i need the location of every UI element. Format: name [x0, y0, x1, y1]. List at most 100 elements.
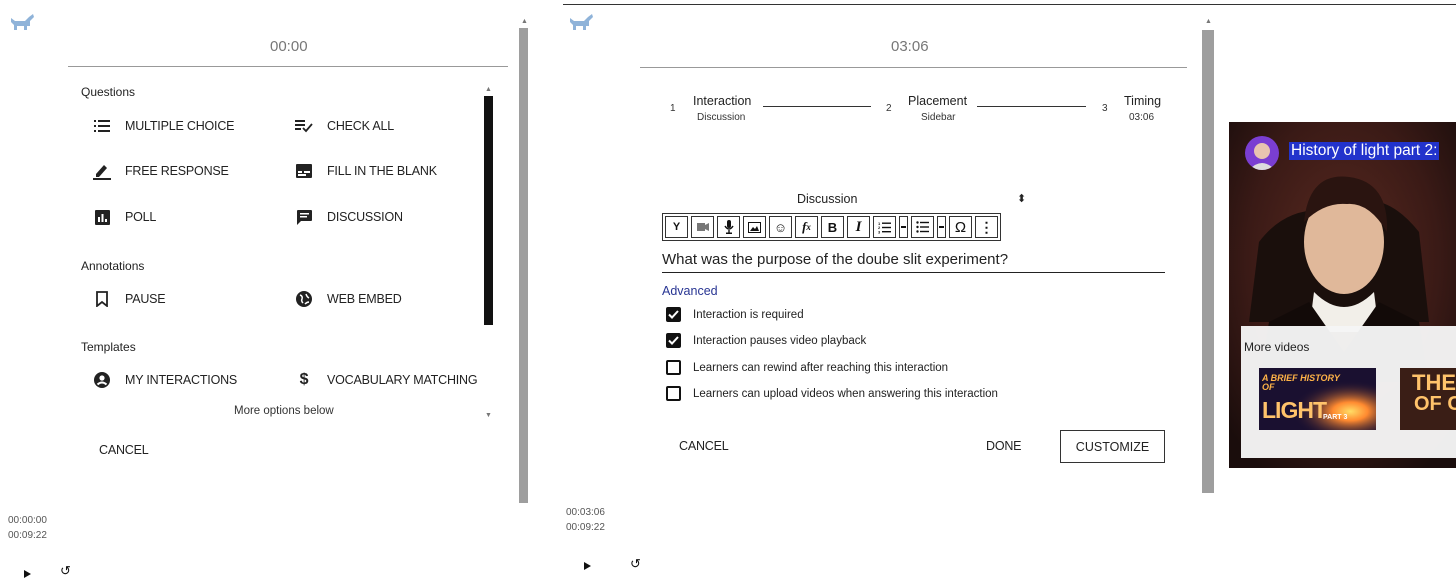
done-button[interactable]: DONE: [986, 439, 1022, 453]
option-label: MULTIPLE CHOICE: [125, 119, 235, 133]
checkbox-label: Learners can upload videos when answerin…: [693, 387, 998, 400]
video-thumbnail-1[interactable]: A BRIEF HISTORY OF LIGHT PART 3: [1259, 368, 1376, 430]
scroll-up-icon[interactable]: ▲: [1205, 18, 1212, 25]
current-time: 00:00:00: [8, 515, 47, 526]
checkbox-pauses-playback[interactable]: Interaction pauses video playback: [666, 333, 866, 348]
microphone-icon[interactable]: [717, 216, 740, 238]
video-icon[interactable]: [691, 216, 714, 238]
emoji-icon[interactable]: ☺: [769, 216, 792, 238]
numbered-list-dropdown[interactable]: [899, 216, 908, 238]
scroll-up-icon[interactable]: ▲: [521, 18, 528, 25]
checkbox-interaction-required[interactable]: Interaction is required: [666, 307, 804, 322]
option-label: VOCABULARY MATCHING: [327, 373, 478, 387]
option-label: MY INTERACTIONS: [125, 373, 238, 387]
bulleted-list-dropdown[interactable]: [937, 216, 946, 238]
section-questions: Questions: [81, 85, 136, 99]
video-thumbnail-2[interactable]: THE M OF C: [1400, 368, 1456, 430]
menu-scroll-down-icon[interactable]: ▼: [485, 412, 492, 419]
timestamp-display: 03:06: [891, 38, 929, 55]
customize-button[interactable]: CUSTOMIZE: [1060, 430, 1165, 463]
step-connector: [763, 106, 871, 107]
option-web-embed[interactable]: WEB EMBED: [295, 290, 402, 308]
total-time: 00:09:22: [8, 530, 47, 541]
current-time: 00:03:06: [566, 507, 605, 518]
replay-icon[interactable]: ↺: [60, 563, 71, 579]
option-fill-in-the-blank[interactable]: FILL IN THE BLANK: [295, 162, 437, 180]
option-my-interactions[interactable]: MY INTERACTIONS: [93, 371, 237, 389]
play-icon[interactable]: [584, 562, 591, 570]
thumb2-line1: THE M: [1412, 370, 1456, 395]
numbered-list-icon[interactable]: 123: [873, 216, 896, 238]
option-label: FILL IN THE BLANK: [327, 164, 437, 178]
option-label: PAUSE: [125, 292, 166, 306]
divider: [640, 67, 1187, 68]
option-label: FREE RESPONSE: [125, 164, 229, 178]
checkbox-label: Learners can rewind after reaching this …: [693, 361, 949, 374]
option-vocabulary-matching[interactable]: $ VOCABULARY MATCHING: [295, 371, 478, 389]
checkbox-checked-icon[interactable]: [666, 307, 681, 322]
select-arrows-icon[interactable]: ⬍: [1017, 192, 1026, 205]
step-1-title[interactable]: Interaction: [693, 94, 751, 108]
cancel-button[interactable]: CANCEL: [679, 439, 729, 453]
more-options-icon[interactable]: ⋮: [975, 216, 998, 238]
top-border: [563, 4, 1456, 5]
step-connector: [977, 106, 1086, 107]
app-logo-icon: [568, 12, 594, 32]
image-icon[interactable]: [743, 216, 766, 238]
option-pause[interactable]: PAUSE: [93, 290, 166, 308]
divider: [68, 66, 508, 67]
question-input[interactable]: What was the purpose of the doube slit e…: [662, 251, 1008, 268]
replay-icon[interactable]: ↺: [630, 556, 641, 572]
section-annotations: Annotations: [81, 259, 145, 273]
option-label: DISCUSSION: [327, 210, 403, 224]
step-1-sub: Discussion: [697, 112, 746, 123]
option-label: WEB EMBED: [327, 292, 402, 306]
option-free-response[interactable]: FREE RESPONSE: [93, 162, 229, 180]
checkbox-learners-rewind[interactable]: Learners can rewind after reaching this …: [666, 360, 948, 375]
thumb1-line3: LIGHT: [1262, 397, 1327, 423]
video-preview[interactable]: History of light part 2: More videos A B…: [1229, 122, 1456, 468]
option-discussion[interactable]: DISCUSSION: [295, 208, 403, 226]
checkbox-unchecked-icon[interactable]: [666, 386, 681, 401]
thumb1-part: PART 3: [1323, 414, 1348, 421]
checkbox-label: Interaction is required: [693, 308, 804, 321]
interaction-type-select[interactable]: Discussion: [797, 192, 857, 206]
bold-icon[interactable]: B: [821, 216, 844, 238]
thumb2-line2: OF C: [1414, 393, 1456, 415]
cancel-button[interactable]: CANCEL: [99, 443, 149, 457]
editor-toolbar: Y ☺ fx B I 123 Ω ⋮: [662, 213, 1001, 241]
poll-icon: [93, 208, 111, 226]
menu-scroll-up-icon[interactable]: ▲: [485, 86, 492, 93]
twitch-icon[interactable]: Y: [665, 216, 688, 238]
svg-text:3: 3: [878, 229, 881, 234]
checkbox-unchecked-icon[interactable]: [666, 360, 681, 375]
checkbox-learners-upload[interactable]: Learners can upload videos when answerin…: [666, 386, 998, 401]
option-poll[interactable]: POLL: [93, 208, 156, 226]
total-time: 00:09:22: [566, 522, 605, 533]
more-videos-label: More videos: [1244, 340, 1310, 354]
formula-icon[interactable]: fx: [795, 216, 818, 238]
thumb1-line2: OF: [1262, 382, 1275, 392]
question-underline: [662, 272, 1165, 273]
menu-scrollbar[interactable]: [484, 96, 493, 325]
advanced-link[interactable]: Advanced: [662, 284, 718, 298]
step-2-title[interactable]: Placement: [908, 94, 967, 108]
step-3-sub: 03:06: [1129, 112, 1155, 123]
italic-icon[interactable]: I: [847, 216, 870, 238]
checkbox-label: Interaction pauses video playback: [693, 334, 867, 347]
step-3-title[interactable]: Timing: [1124, 94, 1161, 108]
page-scrollbar[interactable]: [519, 28, 528, 503]
play-icon[interactable]: [24, 570, 31, 578]
account-circle-icon: [93, 371, 111, 389]
option-multiple-choice[interactable]: MULTIPLE CHOICE: [93, 117, 234, 135]
more-videos-panel: More videos A BRIEF HISTORY OF LIGHT PAR…: [1241, 326, 1456, 458]
special-characters-icon[interactable]: Ω: [949, 216, 972, 238]
bulleted-list-icon[interactable]: [911, 216, 934, 238]
video-title[interactable]: History of light part 2:: [1289, 142, 1440, 160]
step-2-sub: Sidebar: [921, 112, 956, 123]
app-logo-icon: [9, 12, 35, 32]
option-check-all[interactable]: CHECK ALL: [295, 117, 394, 135]
checkbox-checked-icon[interactable]: [666, 333, 681, 348]
option-label: CHECK ALL: [327, 119, 394, 133]
page-scrollbar[interactable]: [1202, 30, 1214, 493]
